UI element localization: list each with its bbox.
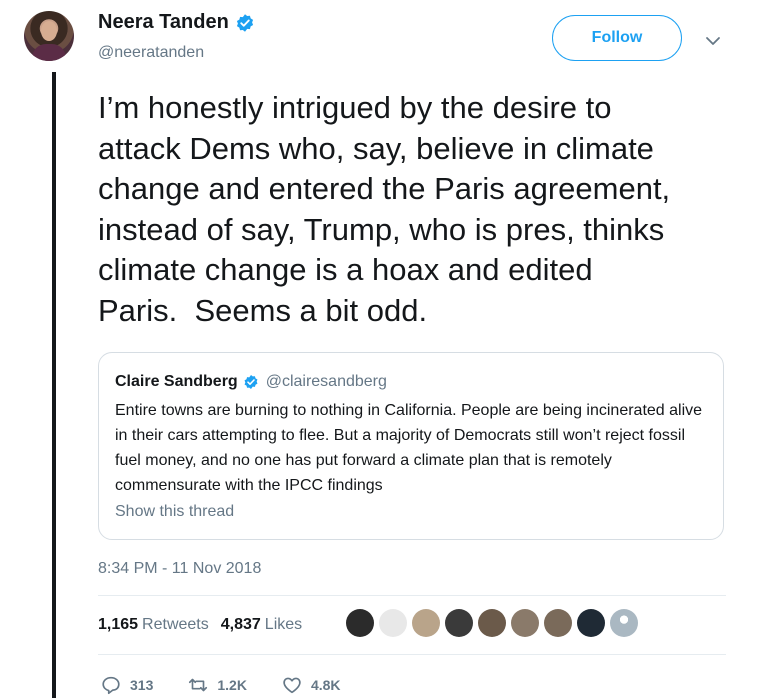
heart-icon — [283, 677, 301, 694]
avatar-body — [32, 44, 66, 61]
quoted-tweet-card[interactable]: Claire Sandberg @clairesandberg Entire t… — [98, 352, 724, 540]
liker-avatar[interactable] — [346, 609, 374, 637]
retweet-icon — [189, 678, 208, 692]
retweet-action[interactable]: 1.2K — [187, 674, 247, 696]
liker-avatar[interactable] — [511, 609, 539, 637]
liker-avatar[interactable] — [610, 609, 638, 637]
verified-badge-icon — [244, 375, 258, 389]
author-name-row[interactable]: Neera Tanden — [98, 11, 255, 34]
tweet-actions: 313 1.2K 4.8K — [100, 674, 375, 696]
like-count: 4.8K — [310, 677, 341, 693]
tweet-text: I’m honestly intrigued by the desire to … — [98, 90, 671, 328]
thread-connector-line — [52, 72, 56, 698]
likes-stat[interactable]: 4,837 Likes — [221, 616, 302, 634]
reply-count: 313 — [130, 677, 154, 693]
liker-avatar[interactable] — [478, 609, 506, 637]
liker-avatar[interactable] — [412, 609, 440, 637]
like-action[interactable]: 4.8K — [281, 674, 341, 696]
quoted-author-row: Claire Sandberg @clairesandberg — [115, 373, 387, 391]
follow-button[interactable]: Follow — [552, 15, 682, 61]
engagement-stats: 1,165 Retweets 4,837 Likes — [98, 616, 302, 634]
likes-label: Likes — [264, 616, 303, 633]
divider-top — [98, 595, 726, 596]
retweet-count: 1.2K — [217, 677, 247, 693]
verified-badge-icon — [236, 13, 253, 32]
quoted-author-name: Claire Sandberg — [115, 373, 238, 390]
retweets-count: 1,165 — [98, 616, 139, 633]
avatar-face — [41, 21, 57, 41]
likes-count: 4,837 — [220, 616, 261, 633]
retweets-stat[interactable]: 1,165 Retweets — [98, 616, 209, 634]
chevron-down-icon[interactable] — [704, 32, 722, 50]
tweet-timestamp[interactable]: 8:34 PM - 11 Nov 2018 — [98, 560, 261, 578]
reply-icon — [102, 676, 120, 695]
author-avatar[interactable] — [24, 11, 74, 61]
author-handle[interactable]: @neeratanden — [98, 44, 204, 62]
quoted-tweet-text: Entire towns are burning to nothing in C… — [115, 402, 703, 494]
reply-action[interactable]: 313 — [100, 674, 153, 696]
author-name[interactable]: Neera Tanden — [98, 11, 229, 34]
liker-avatar[interactable] — [445, 609, 473, 637]
liker-avatar[interactable] — [544, 609, 572, 637]
liker-avatar[interactable] — [379, 609, 407, 637]
retweets-label: Retweets — [142, 616, 209, 633]
liker-avatars — [346, 609, 638, 637]
liker-avatar[interactable] — [577, 609, 605, 637]
show-thread-link[interactable]: Show this thread — [115, 503, 234, 521]
quoted-author-handle: @clairesandberg — [265, 373, 387, 390]
divider-bottom — [98, 654, 726, 655]
